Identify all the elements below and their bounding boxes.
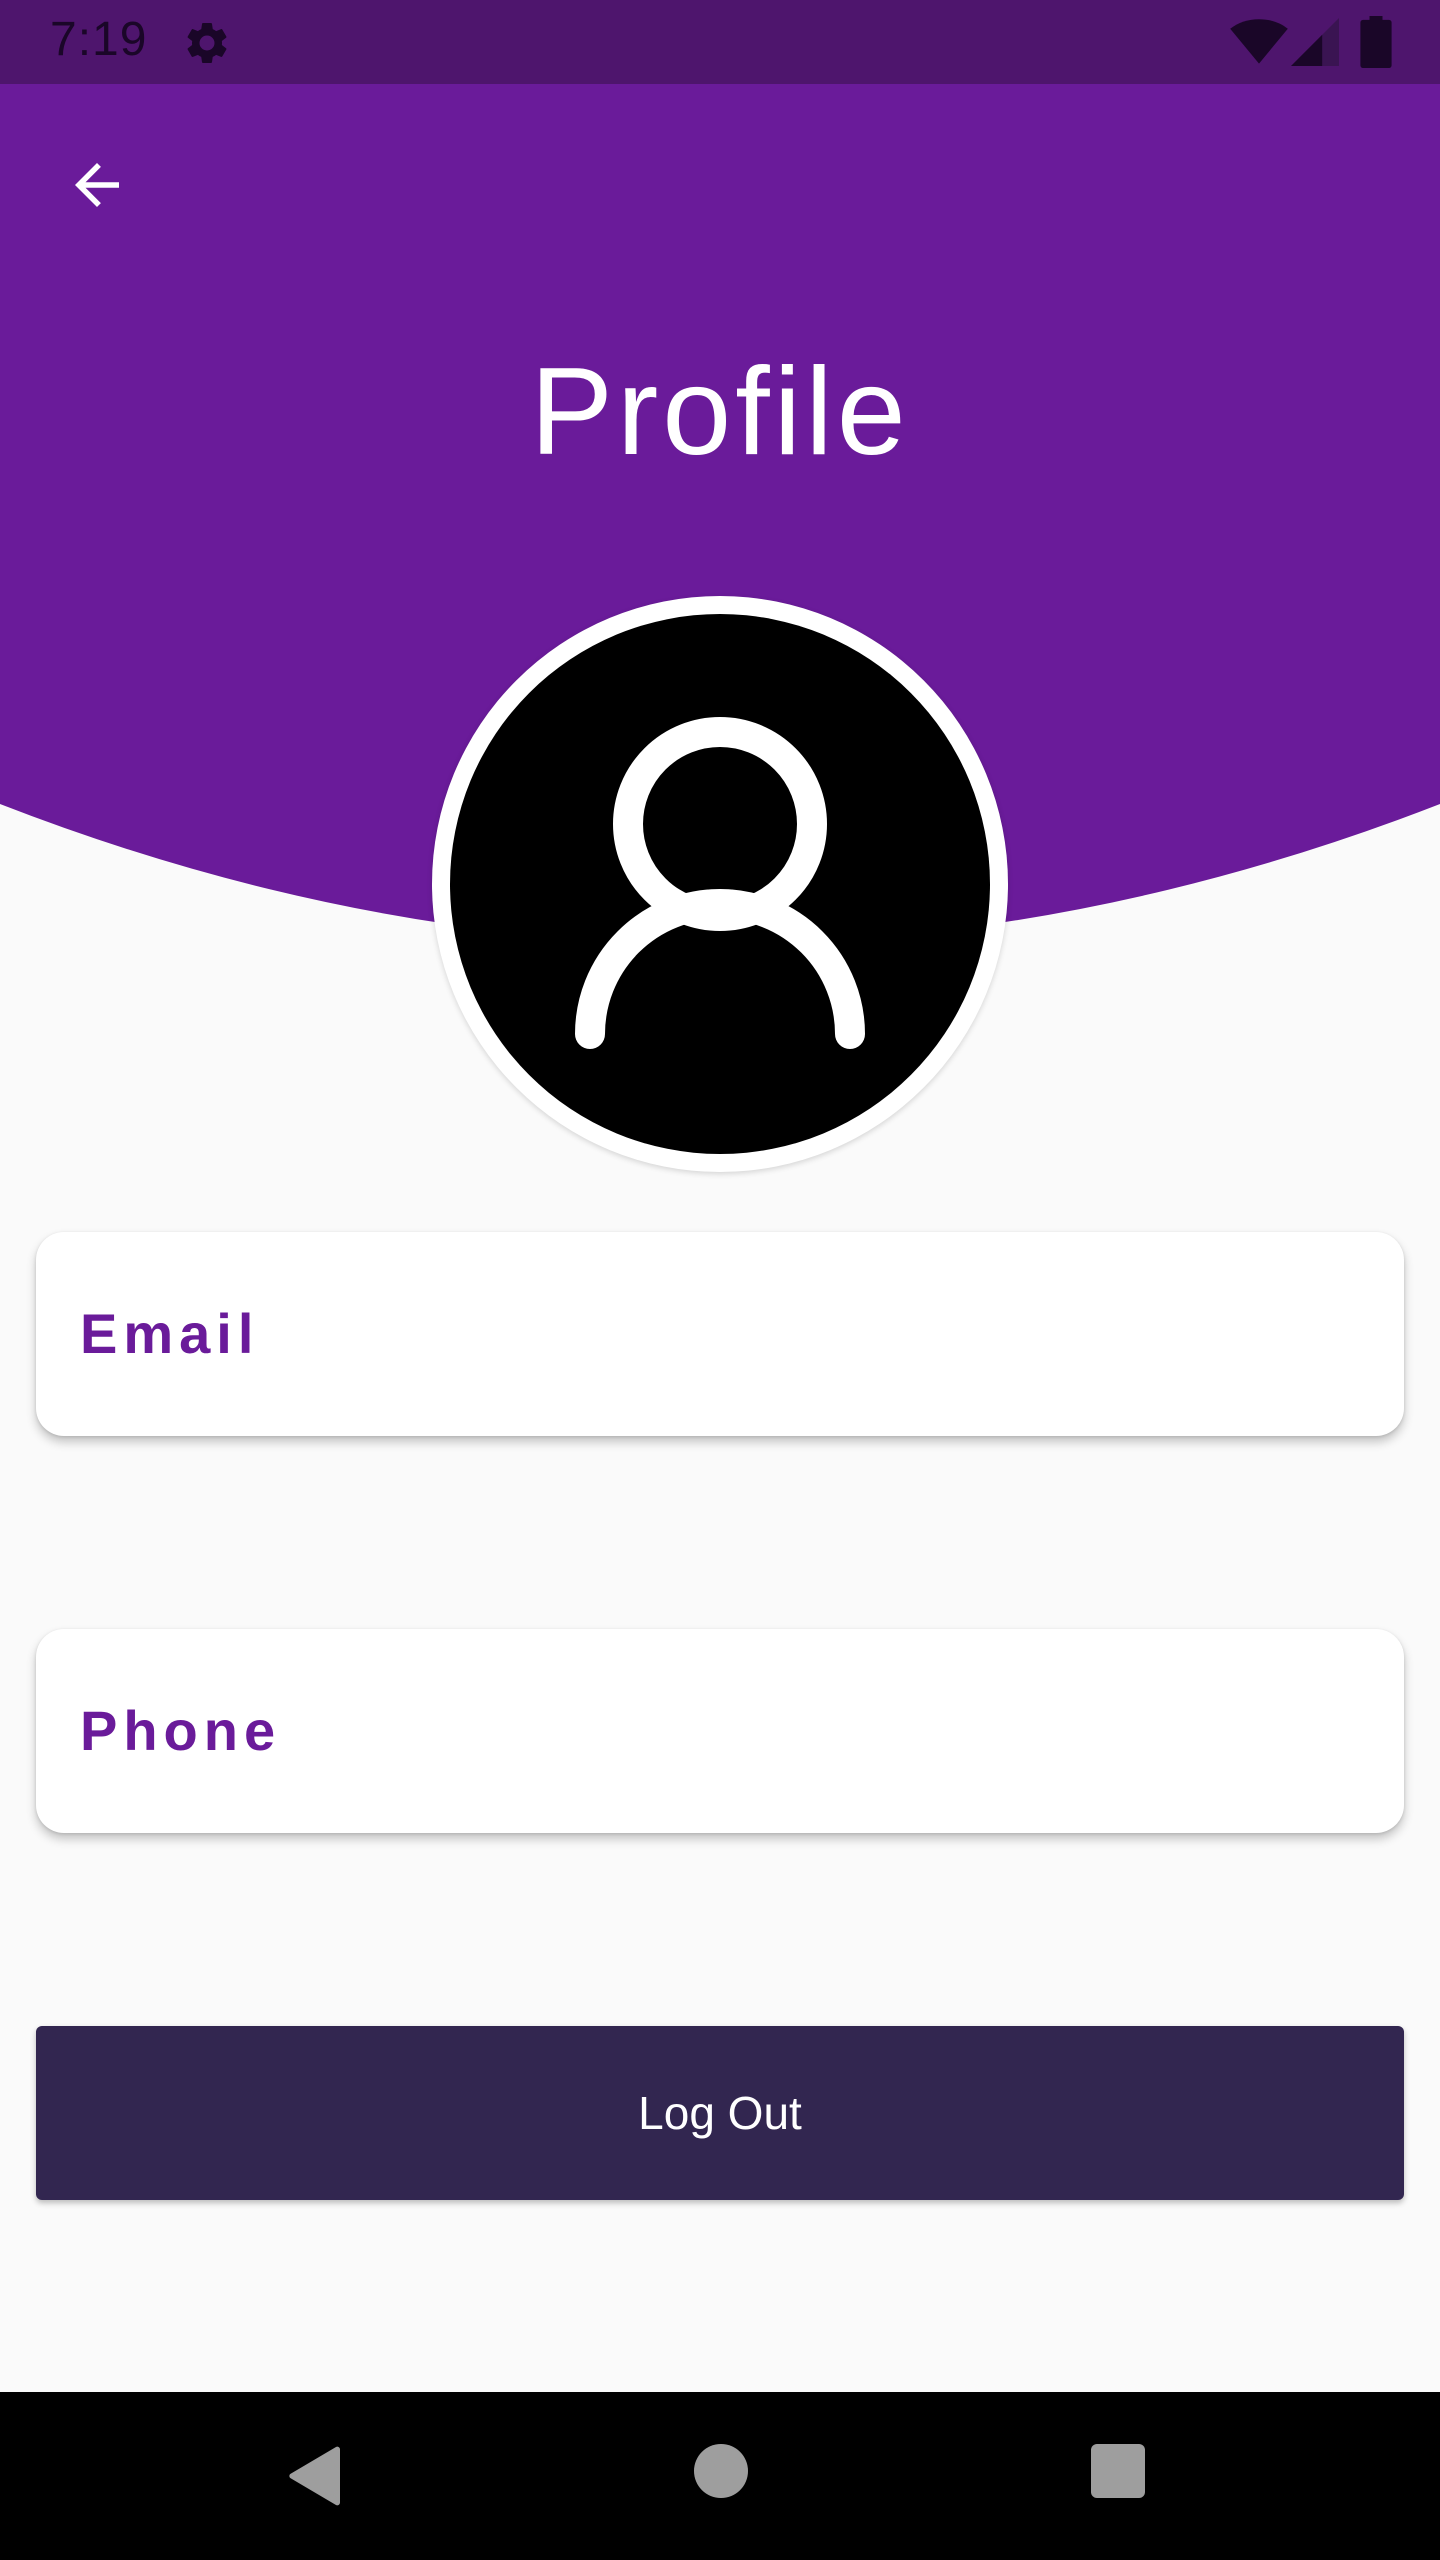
email-field[interactable]: Email (36, 1232, 1404, 1436)
wifi-icon (1230, 19, 1288, 64)
email-label: Email (80, 1302, 260, 1365)
status-bar: 7:19 (0, 0, 1440, 84)
avatar[interactable] (432, 596, 1008, 1172)
phone-field[interactable]: Phone (36, 1629, 1404, 1833)
back-button[interactable] (52, 140, 142, 230)
person-outline-icon (575, 717, 865, 1049)
phone-label: Phone (80, 1699, 282, 1762)
gear-icon (187, 22, 227, 63)
logout-button[interactable]: Log Out (36, 2026, 1404, 2200)
nav-back-icon[interactable] (284, 2444, 348, 2508)
logout-label: Log Out (638, 2087, 802, 2139)
nav-recents-icon[interactable] (1091, 2444, 1145, 2498)
signal-icon (1291, 18, 1339, 66)
page-title: Profile (530, 343, 910, 481)
arrow-left-icon (75, 163, 119, 207)
navigation-bar (0, 2392, 1440, 2560)
nav-home-icon[interactable] (694, 2444, 748, 2498)
battery-icon (1360, 16, 1392, 68)
status-time: 7:19 (50, 13, 148, 66)
